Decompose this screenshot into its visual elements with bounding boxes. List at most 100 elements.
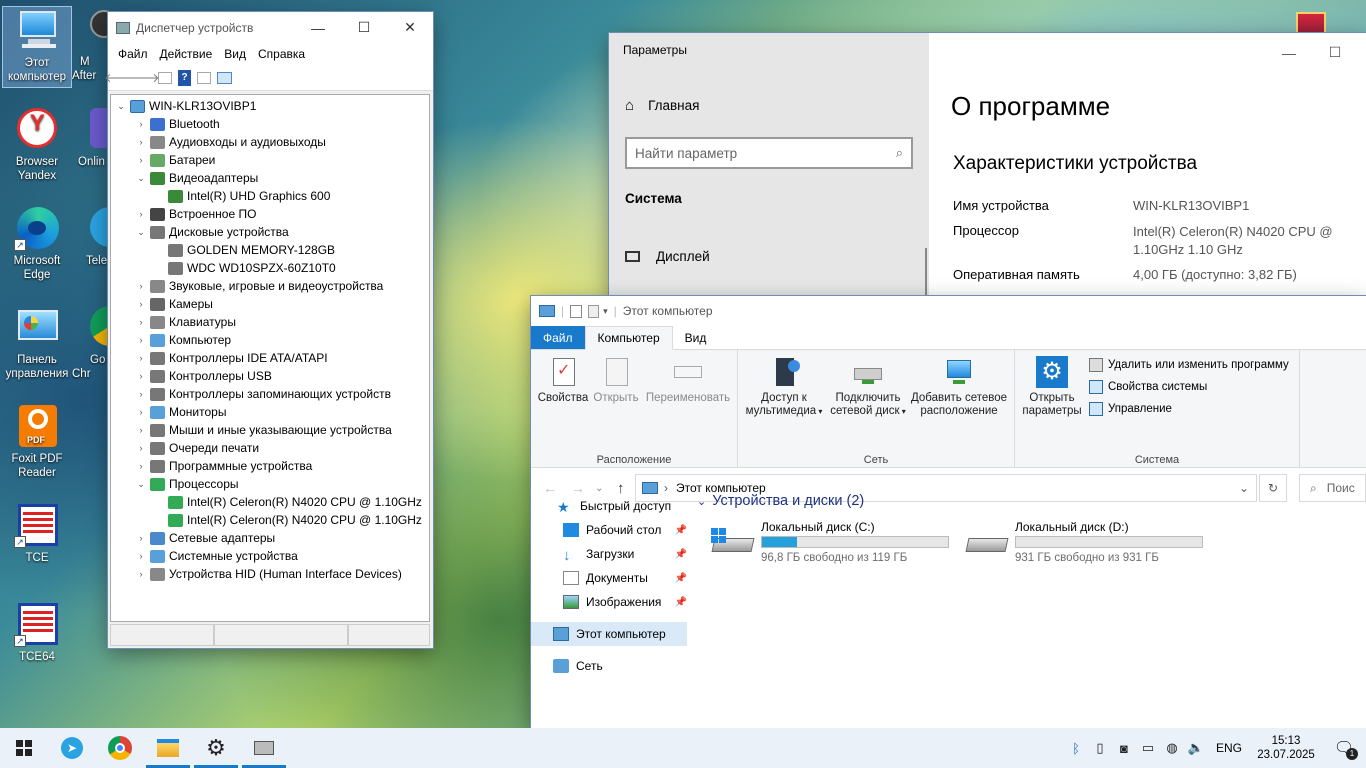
tree-category[interactable]: › Клавиатуры: [111, 313, 429, 331]
settings-nav-display[interactable]: Дисплей: [625, 249, 710, 264]
pin-icon[interactable]: 📌: [675, 549, 691, 560]
volume-icon[interactable]: 🔈: [1184, 740, 1208, 756]
chevron-right-icon[interactable]: ›: [135, 425, 147, 435]
notification-center-button[interactable]: 🗨 1: [1322, 728, 1366, 768]
tree-category[interactable]: › Сетевые адаптеры: [111, 529, 429, 547]
tree-category[interactable]: ⌄ Процессоры: [111, 475, 429, 493]
tree-category[interactable]: › Звуковые, игровые и видеоустройства: [111, 277, 429, 295]
chevron-right-icon[interactable]: ›: [135, 569, 147, 579]
tree-category[interactable]: › Встроенное ПО: [111, 205, 429, 223]
chevron-down-icon[interactable]: ▾: [603, 306, 608, 317]
group-header[interactable]: ⌄ Устройства и диски (2): [697, 493, 864, 509]
clock[interactable]: 15:13 23.07.2025: [1250, 734, 1322, 762]
map-drive-button[interactable]: Подключить сетевой диск ▾: [828, 356, 908, 418]
desktop-icon-chrome[interactable]: Go Chr: [72, 304, 130, 381]
chevron-right-icon[interactable]: ›: [135, 389, 147, 399]
chevron-right-icon[interactable]: ›: [135, 371, 147, 381]
tree-category[interactable]: › Мыши и иные указывающие устройства: [111, 421, 429, 439]
tree-category[interactable]: › Компьютер: [111, 331, 429, 349]
tree-category[interactable]: › Контроллеры запоминающих устройств: [111, 385, 429, 403]
desktop-icon-control-panel[interactable]: Панель управления: [2, 304, 72, 381]
scrollbar[interactable]: [925, 248, 927, 298]
chevron-right-icon[interactable]: ›: [135, 353, 147, 363]
device-manager-titlebar[interactable]: Диспетчер устройств — ☐ ✕: [108, 12, 433, 43]
taskbar-settings[interactable]: ⚙: [192, 728, 240, 768]
desktop-icon-edge[interactable]: ↗ Microsoft Edge: [2, 205, 72, 282]
tree-device[interactable]: Intel(R) UHD Graphics 600: [111, 187, 429, 205]
list-view-icon[interactable]: [197, 71, 211, 84]
chevron-right-icon[interactable]: ›: [135, 317, 147, 327]
system-properties-button[interactable]: Свойства системы: [1089, 380, 1207, 394]
taskbar-telegram[interactable]: ➤: [48, 728, 96, 768]
desktop-icon-online[interactable]: Onlin: [72, 106, 120, 169]
properties-icon[interactable]: [158, 71, 172, 84]
settings-search-input[interactable]: Найти параметр ⌕: [625, 137, 913, 169]
drive-item[interactable]: Локальный диск (D:) 931 ГБ свободно из 9…: [963, 518, 1223, 568]
battery-icon[interactable]: ▭: [1136, 740, 1160, 756]
chevron-right-icon[interactable]: ›: [135, 443, 147, 453]
minimize-button[interactable]: —: [1266, 37, 1312, 68]
tree-category[interactable]: › Батареи: [111, 151, 429, 169]
drive-item[interactable]: Локальный диск (C:) 96,8 ГБ свободно из …: [709, 518, 959, 568]
tab-file[interactable]: Файл: [531, 326, 585, 349]
nav-network[interactable]: Сеть: [531, 654, 691, 678]
tree-category[interactable]: › Контроллеры IDE ATA/ATAPI: [111, 349, 429, 367]
desktop-icon-telegram[interactable]: Tele: [72, 205, 130, 268]
tree-category[interactable]: › Программные устройства: [111, 457, 429, 475]
network-globe-icon[interactable]: ◍: [1160, 740, 1184, 756]
desktop-icon-foxit[interactable]: PDF Foxit PDF Reader: [2, 403, 72, 480]
maximize-button[interactable]: ☐: [1312, 37, 1358, 68]
add-network-location-button[interactable]: Добавить сетевое расположение: [908, 356, 1010, 418]
taskbar-explorer[interactable]: [144, 728, 192, 768]
chevron-down-icon[interactable]: ⌄: [135, 173, 147, 184]
manage-button[interactable]: Управление: [1089, 402, 1172, 416]
chevron-right-icon[interactable]: ›: [135, 551, 147, 561]
chevron-right-icon[interactable]: ›: [135, 407, 147, 417]
desktop-icon-tce64[interactable]: ↗ TCE64: [2, 601, 72, 664]
menu-view[interactable]: Вид: [218, 47, 252, 61]
menu-file[interactable]: Файл: [112, 47, 154, 61]
menu-action[interactable]: Действие: [154, 47, 219, 61]
tree-root[interactable]: ⌄ WIN-KLR13OVIBP1: [111, 97, 429, 115]
chevron-down-icon[interactable]: ⌄: [1232, 481, 1256, 495]
tree-device[interactable]: GOLDEN MEMORY-128GB: [111, 241, 429, 259]
tree-device[interactable]: Intel(R) Celeron(R) N4020 CPU @ 1.10GHz: [111, 511, 429, 529]
tree-category[interactable]: › Аудиовходы и аудиовыходы: [111, 133, 429, 151]
minimize-button[interactable]: —: [295, 12, 341, 43]
properties-button[interactable]: ✓ Свойства: [537, 356, 589, 405]
monitor-scan-icon[interactable]: [217, 71, 232, 84]
nav-this-pc[interactable]: Этот компьютер: [531, 622, 687, 646]
desktop-icon-this-pc[interactable]: Этот компьютер: [2, 6, 72, 88]
chevron-right-icon[interactable]: ›: [135, 335, 147, 345]
rename-button[interactable]: Переименовать: [643, 356, 733, 405]
uninstall-program-button[interactable]: Удалить или изменить программу: [1089, 358, 1289, 372]
desktop-icon-tce[interactable]: ↗ TCE: [2, 502, 72, 565]
chevron-right-icon[interactable]: ›: [135, 299, 147, 309]
tree-category[interactable]: › Мониторы: [111, 403, 429, 421]
close-button[interactable]: ✕: [387, 12, 433, 43]
nav-pictures[interactable]: Изображения 📌: [531, 590, 691, 614]
chevron-right-icon[interactable]: ›: [135, 155, 147, 165]
tree-category[interactable]: › Bluetooth: [111, 115, 429, 133]
bluetooth-icon[interactable]: ᛒ: [1064, 741, 1088, 756]
forward-arrow-icon[interactable]: 🡒: [127, 70, 159, 86]
nav-quick-access[interactable]: ★ Быстрый доступ: [531, 494, 691, 518]
pin-icon[interactable]: 📌: [675, 525, 691, 536]
chevron-down-icon[interactable]: ⌄: [135, 227, 147, 238]
chevron-down-icon[interactable]: ⌄: [697, 495, 706, 508]
media-access-button[interactable]: Доступ к мультимедиа ▾: [742, 356, 826, 418]
usb-icon[interactable]: ▯: [1088, 740, 1112, 756]
maximize-button[interactable]: ☐: [341, 12, 387, 43]
chevron-right-icon[interactable]: ›: [135, 137, 147, 147]
tree-device[interactable]: WDC WD10SPZX-60Z10T0: [111, 259, 429, 277]
new-folder-qa-icon[interactable]: [588, 304, 600, 318]
nav-documents[interactable]: Документы 📌: [531, 566, 691, 590]
tree-category[interactable]: › Очереди печати: [111, 439, 429, 457]
chevron-right-icon[interactable]: ›: [135, 119, 147, 129]
nav-downloads[interactable]: ↓ Загрузки 📌: [531, 542, 691, 566]
chevron-down-icon[interactable]: ⌄: [595, 483, 603, 494]
taskbar-device-manager[interactable]: [240, 728, 288, 768]
chevron-down-icon[interactable]: ⌄: [135, 479, 147, 490]
chevron-right-icon[interactable]: ›: [135, 533, 147, 543]
camera-icon[interactable]: ◙: [1112, 741, 1136, 756]
